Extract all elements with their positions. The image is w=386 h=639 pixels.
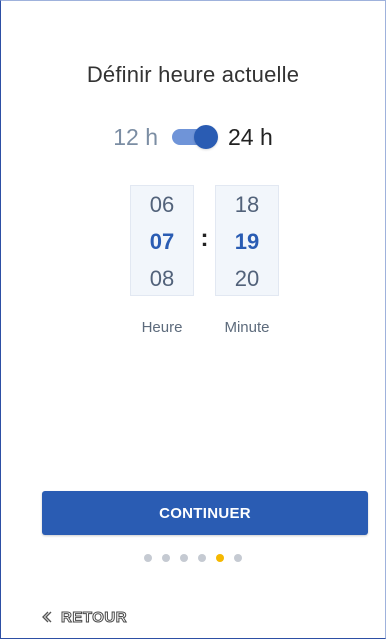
progress-dot-active [216, 554, 224, 562]
hour-option-below[interactable]: 08 [131, 260, 193, 297]
hour-picker-label: Heure [141, 319, 183, 336]
minute-picker[interactable]: 18 19 20 [215, 185, 279, 296]
progress-dot [198, 554, 206, 562]
page-title: Définir heure actuelle [86, 62, 300, 87]
hour-option-selected[interactable]: 07 [131, 223, 193, 260]
progress-dot [144, 554, 152, 562]
progress-dot [162, 554, 170, 562]
progress-dots [1, 554, 385, 562]
progress-dot [180, 554, 188, 562]
minute-picker-label: Minute [224, 319, 270, 336]
chevron-left-icon [42, 611, 52, 623]
hour-option-above[interactable]: 06 [131, 186, 193, 223]
format-24h-label[interactable]: 24 h [228, 121, 298, 153]
continue-button[interactable]: CONTINUER [42, 491, 368, 535]
format-12h-label[interactable]: 12 h [88, 121, 158, 153]
time-separator: : [200, 225, 209, 252]
minute-option-below[interactable]: 20 [216, 260, 278, 297]
minute-option-selected[interactable]: 19 [216, 223, 278, 260]
time-format-row: 12 h 24 h [1, 121, 385, 153]
back-link-label: RETOUR [60, 608, 128, 626]
time-format-toggle[interactable] [172, 121, 218, 153]
toggle-knob [194, 125, 218, 149]
onboarding-screen: Définir heure actuelle 12 h 24 h 06 07 0… [0, 0, 386, 639]
progress-dot [234, 554, 242, 562]
minute-option-above[interactable]: 18 [216, 186, 278, 223]
hour-picker[interactable]: 06 07 08 [130, 185, 194, 296]
back-link[interactable]: RETOUR [39, 606, 127, 628]
